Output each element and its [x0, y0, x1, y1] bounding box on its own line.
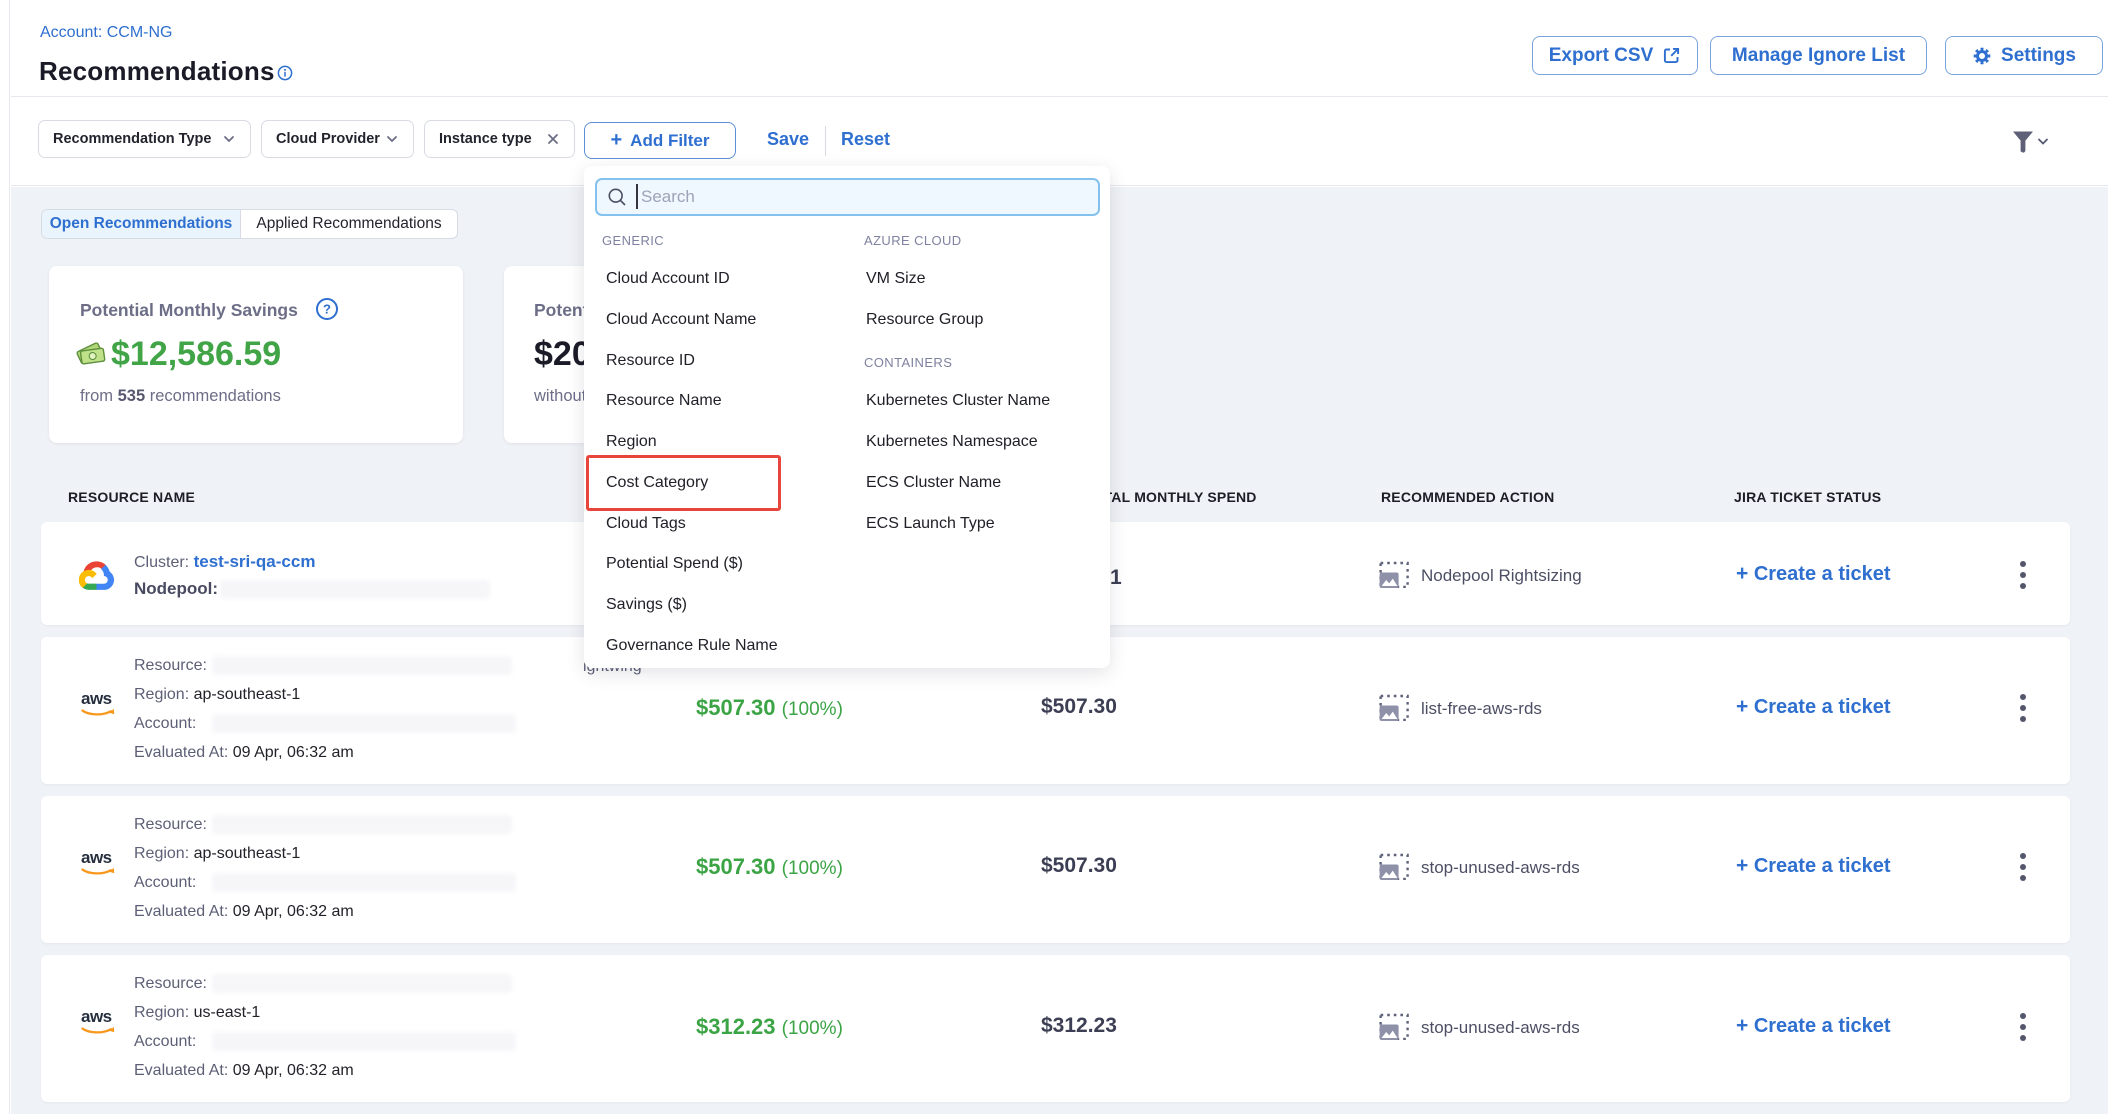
svg-text:?: ?	[323, 302, 331, 317]
svg-text:aws: aws	[81, 848, 112, 867]
svg-text:aws: aws	[81, 1007, 112, 1026]
svg-text:aws: aws	[81, 689, 112, 708]
